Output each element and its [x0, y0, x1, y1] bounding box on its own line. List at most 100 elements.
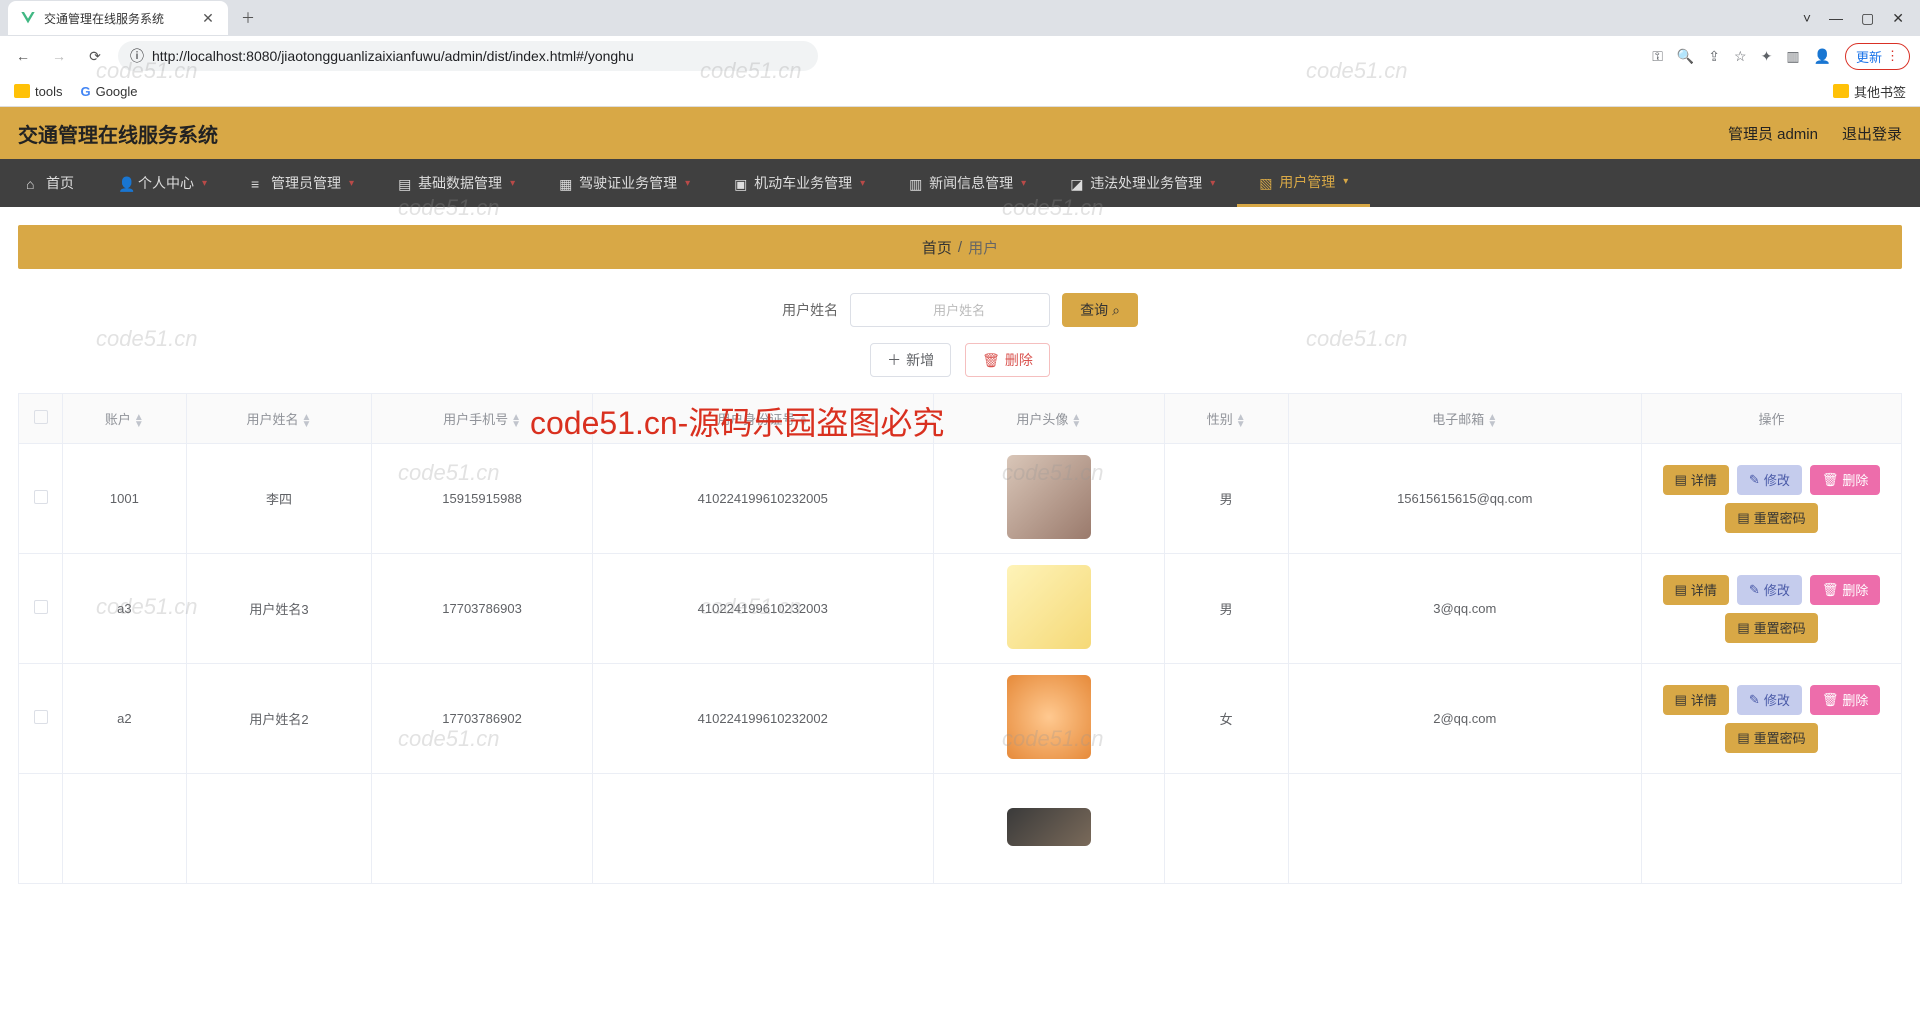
nav-users[interactable]: ▧ 用户管理 ▾: [1237, 159, 1370, 207]
user-icon: 👤: [118, 176, 132, 190]
col-name: 用户姓名▲▼: [186, 394, 372, 444]
cell-idcard: 410224199610232005: [592, 444, 933, 554]
chevron-down-icon: ▾: [860, 178, 865, 189]
edit-button[interactable]: ✎修改: [1737, 685, 1802, 715]
chevron-down-icon: ▾: [202, 178, 207, 189]
user-table: 账户▲▼ 用户姓名▲▼ 用户手机号▲▼ 用户身份证号▲▼ 用户头像▲▼ 性别▲▼…: [18, 393, 1902, 884]
bookmark-tools[interactable]: tools: [14, 84, 62, 99]
reset-icon: ▤: [1737, 510, 1749, 526]
cell-idcard: 410224199610232003: [592, 554, 933, 664]
content-area: 首页 / 用户 用户姓名 ⌕ 查询 ⌕ ＋ 新增 🗑 删除 账户▲▼ 用户姓名▲: [0, 207, 1920, 902]
trash-icon: 🗑: [1822, 472, 1839, 488]
avatar: [1007, 675, 1091, 759]
bookmark-other[interactable]: 其他书签: [1833, 82, 1906, 101]
back-button[interactable]: ←: [10, 43, 36, 69]
share-icon[interactable]: ⇪: [1708, 48, 1720, 65]
nav-license[interactable]: ▦ 驾驶证业务管理 ▾: [537, 159, 712, 207]
avatar: [1007, 455, 1091, 539]
nav-vehicle[interactable]: ▣ 机动车业务管理 ▾: [712, 159, 887, 207]
profile-icon[interactable]: 👤: [1814, 48, 1831, 65]
sort-icon[interactable]: ▲▼: [1236, 414, 1246, 428]
minimize-icon[interactable]: —: [1829, 10, 1843, 27]
address-bar: ← → ⟳ ⓘ http://localhost:8080/jiaotonggu…: [0, 36, 1920, 76]
cell-phone: 15915915988: [372, 444, 592, 554]
nav-news[interactable]: ▥ 新闻信息管理 ▾: [887, 159, 1048, 207]
reset-password-button[interactable]: ▤重置密码: [1725, 613, 1817, 643]
search-input[interactable]: [850, 293, 1050, 327]
nav-personal[interactable]: 👤 个人中心 ▾: [96, 159, 229, 207]
bookmark-google[interactable]: GGoogle: [80, 84, 137, 99]
row-delete-button[interactable]: 🗑删除: [1810, 685, 1881, 715]
reset-icon: ▤: [1737, 620, 1749, 636]
cell-gender: 男: [1164, 554, 1288, 664]
close-window-icon[interactable]: ✕: [1892, 10, 1904, 27]
bookmark-star-icon[interactable]: ☆: [1734, 48, 1747, 65]
table-row: a3 用户姓名3 17703786903 410224199610232003 …: [19, 554, 1902, 664]
reset-password-button[interactable]: ▤重置密码: [1725, 503, 1817, 533]
col-idcard: 用户身份证号▲▼: [592, 394, 933, 444]
sort-icon[interactable]: ▲▼: [798, 414, 808, 428]
chevron-down-icon[interactable]: ˅: [1803, 10, 1811, 27]
edit-button[interactable]: ✎修改: [1737, 575, 1802, 605]
sort-icon[interactable]: ▲▼: [511, 414, 521, 428]
detail-button[interactable]: ▤详情: [1663, 465, 1729, 495]
row-checkbox[interactable]: [34, 600, 48, 614]
col-ops: 操作: [1642, 394, 1902, 444]
info-icon: ⓘ: [130, 46, 144, 66]
maximize-icon[interactable]: ▢: [1861, 10, 1874, 27]
extensions-icon[interactable]: ✦: [1761, 48, 1773, 65]
tab-title: 交通管理在线服务系统: [44, 10, 192, 27]
row-delete-button[interactable]: 🗑删除: [1810, 465, 1881, 495]
detail-button[interactable]: ▤详情: [1663, 575, 1729, 605]
logout-link[interactable]: 退出登录: [1842, 123, 1902, 144]
folder-icon: [1833, 84, 1849, 98]
google-icon: G: [80, 84, 90, 99]
cell-gender: 女: [1164, 664, 1288, 774]
nav-basedata[interactable]: ▤ 基础数据管理 ▾: [376, 159, 537, 207]
breadcrumb-home[interactable]: 首页: [922, 237, 952, 258]
sort-icon[interactable]: ▲▼: [1487, 414, 1497, 428]
detail-icon: ▤: [1675, 472, 1687, 488]
row-delete-button[interactable]: 🗑删除: [1810, 575, 1881, 605]
data-icon: ▤: [398, 176, 412, 190]
reload-button[interactable]: ⟳: [82, 43, 108, 69]
detail-button[interactable]: ▤详情: [1663, 685, 1729, 715]
nav-admin[interactable]: ≡ 管理员管理 ▾: [229, 159, 376, 207]
select-all-checkbox[interactable]: [34, 410, 48, 424]
folder-icon: [14, 84, 30, 98]
sort-icon[interactable]: ▲▼: [302, 414, 312, 428]
cell-name: 李四: [186, 444, 372, 554]
browser-chrome: 交通管理在线服务系统 ✕ ＋ ˅ — ▢ ✕ ← → ⟳ ⓘ http://lo…: [0, 0, 1920, 107]
url-text: http://localhost:8080/jiaotongguanlizaix…: [152, 48, 634, 64]
url-field[interactable]: ⓘ http://localhost:8080/jiaotongguanliza…: [118, 41, 818, 71]
current-user-label[interactable]: 管理员 admin: [1728, 123, 1818, 144]
zoom-icon[interactable]: 🔍: [1677, 48, 1694, 65]
breadcrumb-separator: /: [958, 239, 962, 256]
sort-icon[interactable]: ▲▼: [1071, 414, 1081, 428]
edit-button[interactable]: ✎修改: [1737, 465, 1802, 495]
cell-phone: 17703786903: [372, 554, 592, 664]
chevron-down-icon: ▾: [349, 178, 354, 189]
nav-violation[interactable]: ◪ 违法处理业务管理 ▾: [1048, 159, 1237, 207]
update-button[interactable]: 更新 ⋮: [1845, 43, 1910, 70]
sort-icon[interactable]: ▲▼: [134, 414, 144, 428]
search-icon: ⌕: [1112, 302, 1120, 319]
forward-button[interactable]: →: [46, 43, 72, 69]
row-checkbox[interactable]: [34, 490, 48, 504]
browser-tab[interactable]: 交通管理在线服务系统 ✕: [8, 1, 228, 35]
key-icon[interactable]: ⚿: [1652, 48, 1663, 65]
add-button[interactable]: ＋ 新增: [870, 343, 951, 377]
new-tab-button[interactable]: ＋: [234, 4, 262, 32]
row-checkbox[interactable]: [34, 710, 48, 724]
delete-button[interactable]: 🗑 删除: [965, 343, 1050, 377]
reset-password-button[interactable]: ▤重置密码: [1725, 723, 1817, 753]
reset-icon: ▤: [1737, 730, 1749, 746]
bookmarks-bar: tools GGoogle 其他书签: [0, 76, 1920, 106]
plus-icon: ＋: [887, 350, 901, 370]
search-button[interactable]: 查询 ⌕: [1062, 293, 1138, 327]
nav-home[interactable]: ⌂ 首页: [4, 159, 96, 207]
col-avatar: 用户头像▲▼: [933, 394, 1164, 444]
trash-icon: 🗑: [1822, 692, 1839, 708]
close-icon[interactable]: ✕: [200, 10, 216, 26]
panel-icon[interactable]: ▥: [1786, 48, 1799, 65]
